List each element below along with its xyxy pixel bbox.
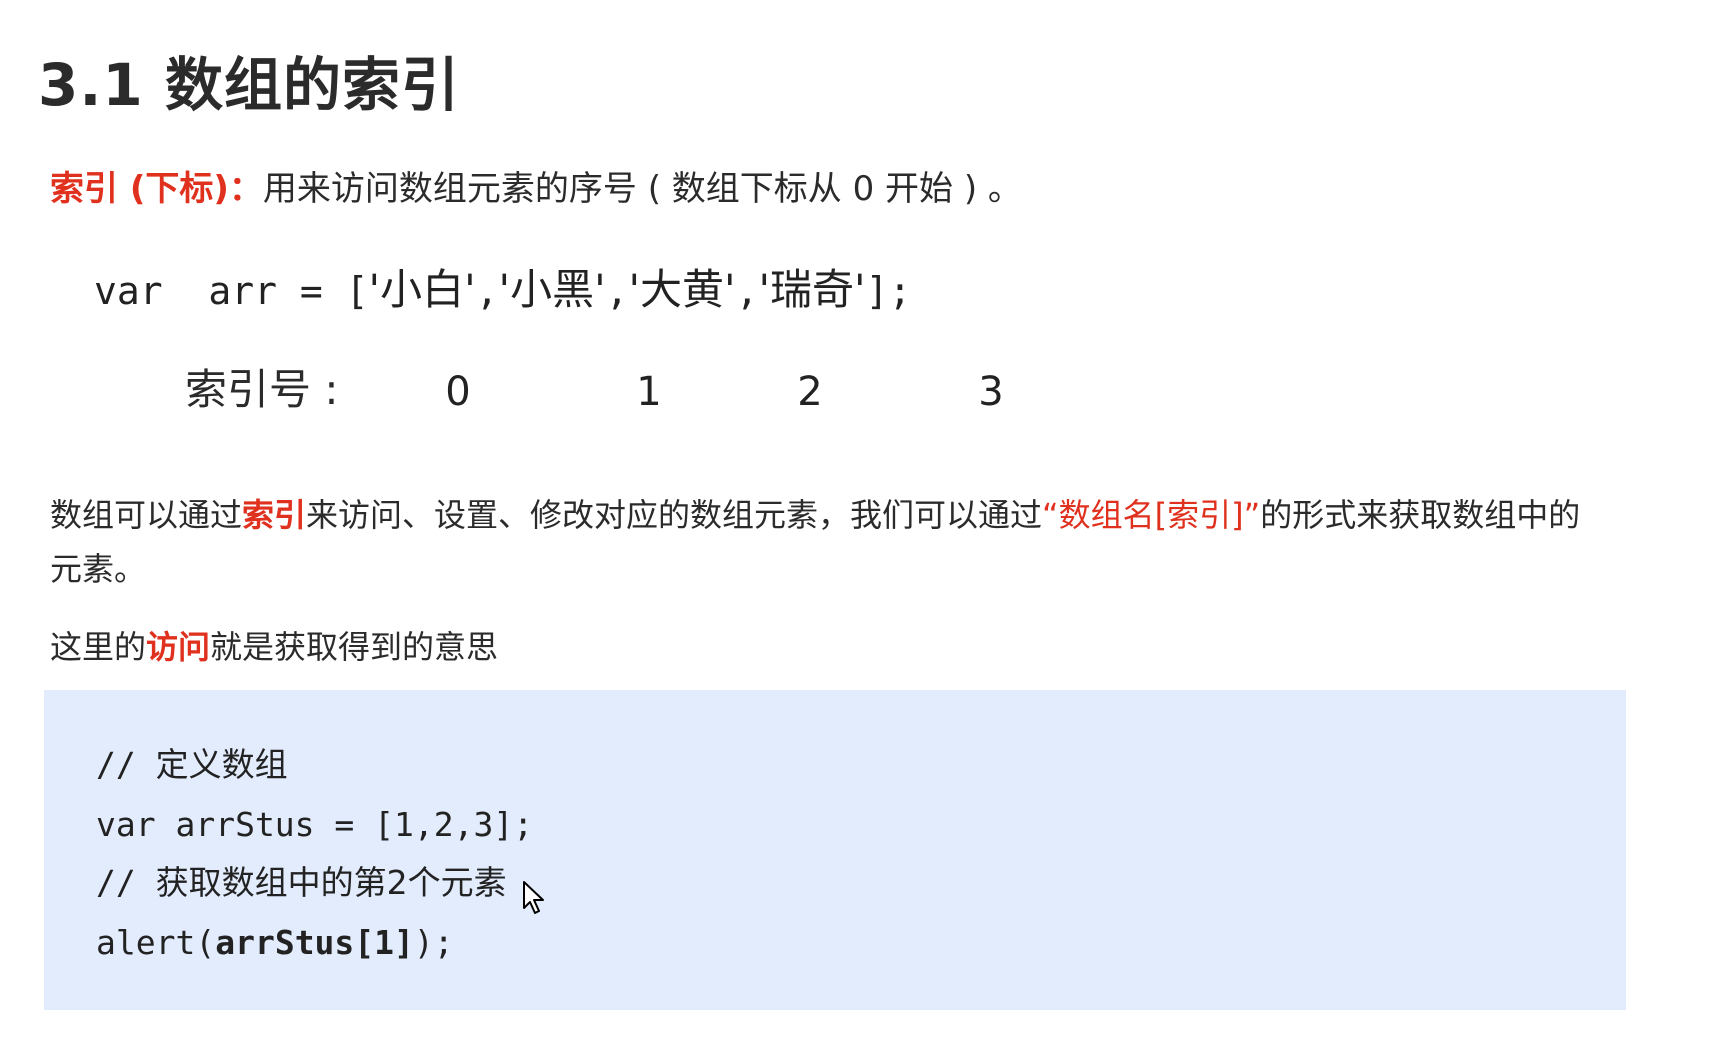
paragraph-text: 这里的 xyxy=(50,628,147,666)
index-number-1: 1 xyxy=(636,369,662,415)
comment-marker: // xyxy=(96,745,156,784)
alert-call: alert( xyxy=(96,923,216,962)
array-item-3: '瑞奇' xyxy=(758,265,866,314)
alert-argument: arrStus[1] xyxy=(215,923,414,962)
definition-line: 索引 (下标)：用来访问数组元素的序号 ( 数组下标从 0 开始 ) 。 xyxy=(50,164,1022,214)
definition-term: 索引 (下标)： xyxy=(50,169,263,209)
index-number-3: 3 xyxy=(978,369,1004,415)
highlight-index: 索引 xyxy=(242,496,307,534)
array-item-0: '小白' xyxy=(368,265,476,314)
alert-close: ); xyxy=(413,923,454,962)
page-title: 3.1 数组的索引 xyxy=(38,51,460,119)
mouse-pointer-icon xyxy=(523,881,544,914)
array-separator: , xyxy=(605,269,629,313)
array-example-code: var arr = ['小白','小黑','大黄','瑞奇']; xyxy=(94,262,911,319)
index-label: 索引号 : xyxy=(185,365,339,414)
code-comment-define: // 定义数组 xyxy=(96,740,288,790)
highlight-syntax: “数组名[索引]” xyxy=(1042,496,1261,534)
index-number-2: 2 xyxy=(797,369,823,415)
code-alert: alert(arrStus[1]); xyxy=(96,918,454,968)
paragraph-text: 就是获取得到的意思 xyxy=(210,628,499,666)
array-item-1: '小黑' xyxy=(498,265,606,314)
explanation-paragraph: 数组可以通过索引来访问、设置、修改对应的数组元素，我们可以通过“数组名[索引]”… xyxy=(50,488,1610,596)
array-code-suffix: ]; xyxy=(865,269,912,313)
array-item-2: '大黄' xyxy=(628,265,736,314)
slide-page: 3.1 数组的索引 索引 (下标)：用来访问数组元素的序号 ( 数组下标从 0 … xyxy=(0,0,1726,1044)
index-number-0: 0 xyxy=(445,369,471,415)
paragraph-text: 来访问、设置、修改对应的数组元素，我们可以通过 xyxy=(306,496,1043,534)
definition-text: 用来访问数组元素的序号 ( 数组下标从 0 开始 ) 。 xyxy=(262,169,1022,209)
access-note-paragraph: 这里的访问就是获取得到的意思 xyxy=(50,620,1610,674)
code-declaration: var arrStus = [1,2,3]; xyxy=(96,805,534,844)
code-block: // 定义数组 var arrStus = [1,2,3]; // 获取数组中的… xyxy=(44,690,1626,1010)
comment-marker: // xyxy=(96,863,156,902)
highlight-access: 访问 xyxy=(146,628,211,666)
paragraph-text: 数组可以通过 xyxy=(50,496,243,534)
comment-text: 定义数组 xyxy=(155,745,288,784)
code-comment-get: // 获取数组中的第2个元素 xyxy=(96,858,507,908)
comment-text: 获取数组中的第2个元素 xyxy=(155,863,507,902)
array-separator: , xyxy=(735,269,759,313)
array-code-prefix: var arr = [ xyxy=(94,269,369,313)
array-separator: , xyxy=(475,269,499,313)
